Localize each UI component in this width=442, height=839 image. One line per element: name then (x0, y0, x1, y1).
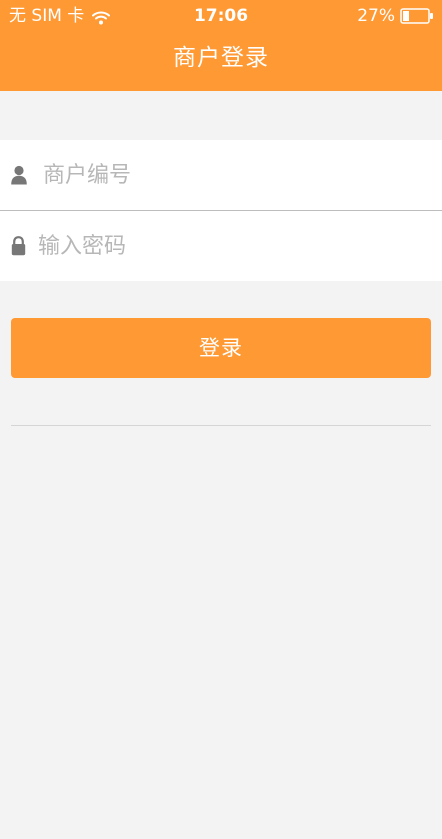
status-battery-group: 27% (357, 5, 434, 27)
merchant-id-input[interactable] (43, 140, 423, 210)
battery-icon (400, 8, 434, 24)
status-bar: 无 SIM 卡 17:06 27% (0, 0, 442, 32)
lock-icon (11, 236, 26, 256)
user-icon (10, 165, 28, 185)
battery-percentage: 27% (357, 6, 395, 26)
login-button[interactable]: 登录 (11, 318, 431, 378)
header: 无 SIM 卡 17:06 27% 商户登录 (0, 0, 442, 91)
password-input[interactable] (38, 211, 418, 281)
password-row (0, 211, 442, 281)
page-title: 商户登录 (173, 45, 269, 71)
merchant-id-row (0, 140, 442, 210)
login-form (0, 140, 442, 281)
bottom-divider (11, 425, 431, 426)
